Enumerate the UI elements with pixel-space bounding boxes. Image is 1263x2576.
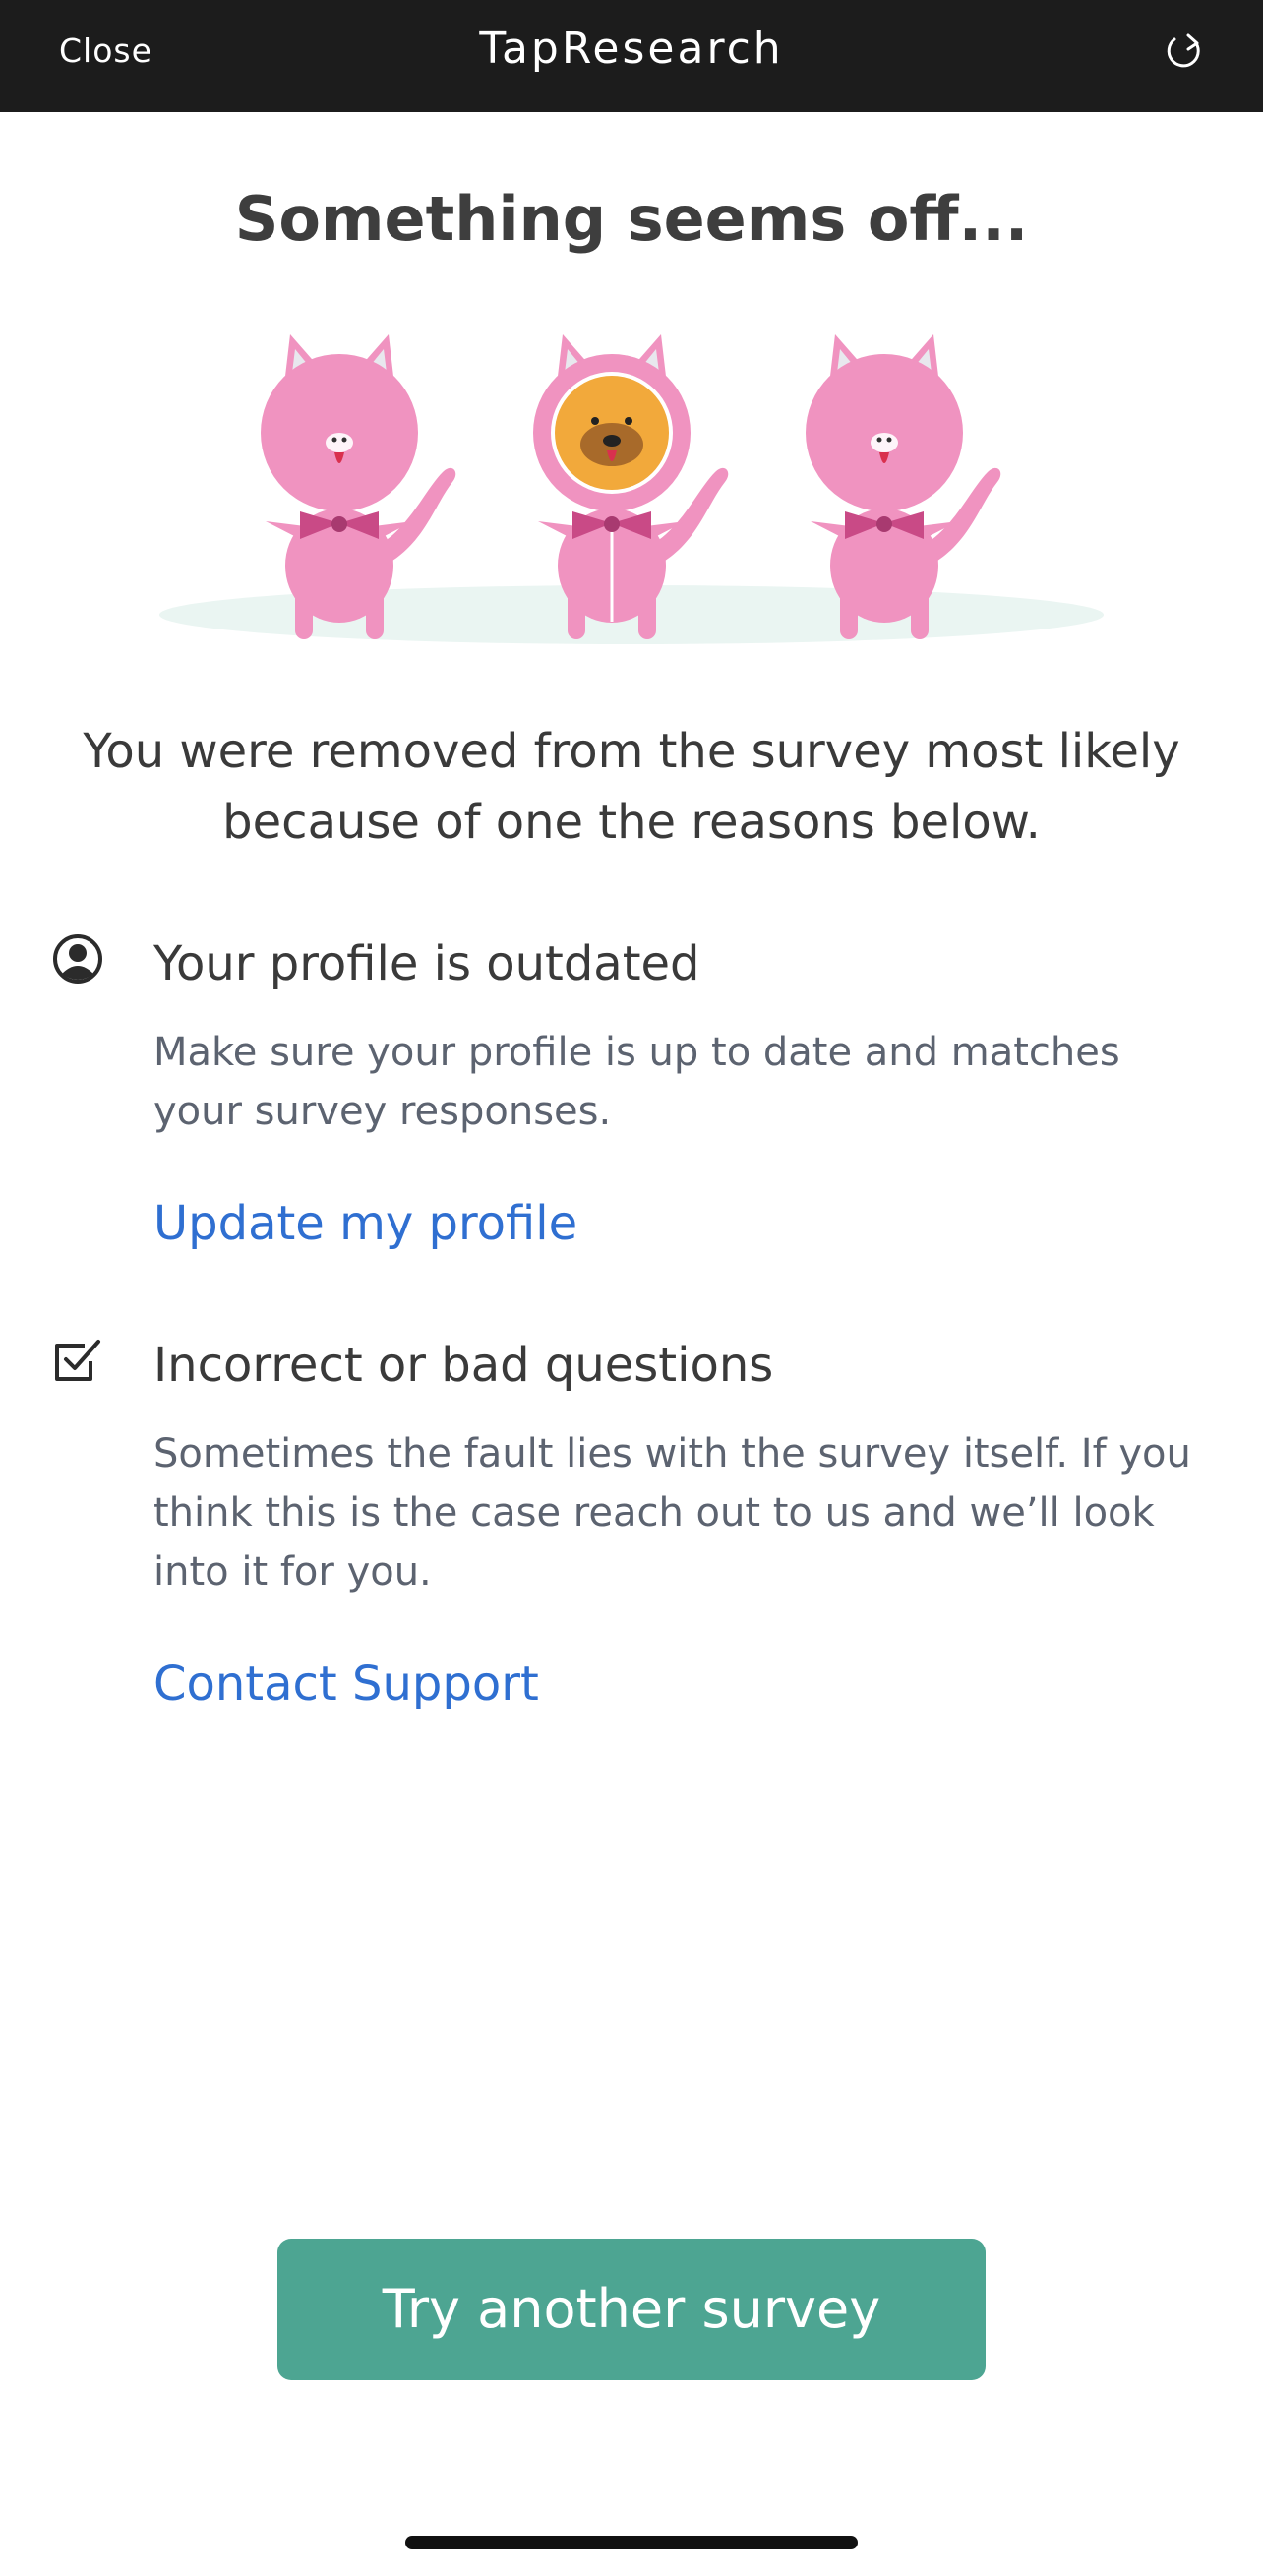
try-another-survey-button[interactable]: Try another survey	[277, 2239, 986, 2380]
cats-illustration	[148, 315, 1115, 649]
checkbox-icon	[51, 1334, 104, 1387]
top-bar: Close TapResearch	[0, 0, 1263, 112]
home-indicator[interactable]	[405, 2536, 858, 2549]
refresh-icon[interactable]	[1161, 30, 1208, 77]
app-title: TapResearch	[479, 24, 784, 74]
reason-title-questions: Incorrect or bad questions	[153, 1338, 774, 1393]
user-circle-icon	[51, 932, 104, 986]
update-profile-link[interactable]: Update my profile	[153, 1196, 577, 1251]
reason-title-profile: Your profile is outdated	[153, 936, 700, 991]
contact-support-link[interactable]: Contact Support	[153, 1656, 539, 1711]
intro-text: You were removed from the survey most li…	[83, 724, 1180, 850]
reason-description-profile: Make sure your profile is up to date and…	[153, 1030, 1120, 1134]
page-title: Something seems off...	[234, 183, 1029, 255]
reason-description-questions: Sometimes the fault lies with the survey…	[153, 1431, 1191, 1594]
